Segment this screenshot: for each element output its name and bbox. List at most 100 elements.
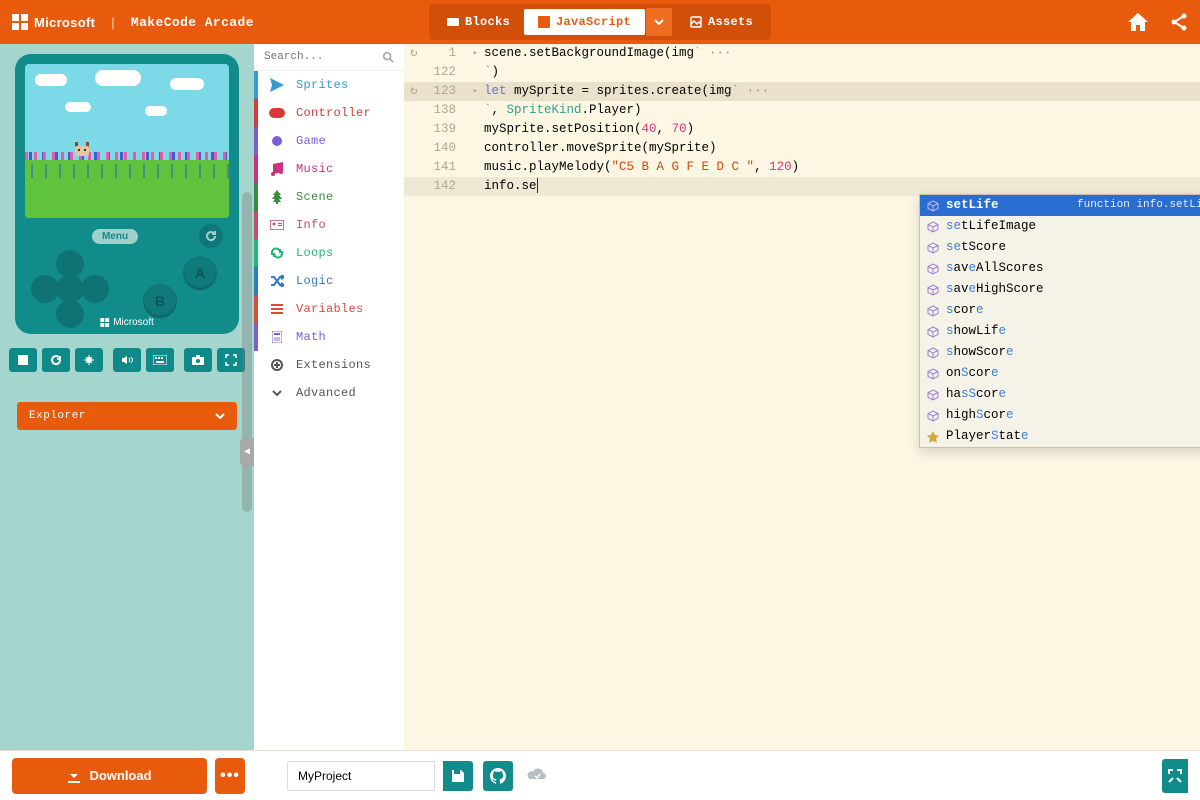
autocomplete-item[interactable]: setScore	[920, 237, 1200, 258]
button-b[interactable]: B	[143, 284, 177, 318]
brand[interactable]: Microsoft | MakeCode Arcade	[12, 14, 254, 30]
autocomplete-item[interactable]: setLifefunction info.setLife(va…	[920, 195, 1200, 216]
save-icon	[451, 769, 465, 783]
code-content[interactable]: `)	[466, 63, 499, 82]
app-header: Microsoft | MakeCode Arcade Blocks JavaS…	[0, 0, 1200, 44]
share-icon[interactable]	[1170, 13, 1188, 31]
code-line[interactable]: 138`, SpriteKind.Player)	[404, 101, 1200, 120]
method-icon	[926, 262, 940, 276]
enum-icon	[926, 430, 940, 444]
category-info[interactable]: Info	[254, 211, 404, 239]
toolbox-search[interactable]	[254, 44, 404, 71]
chevron-down-icon	[654, 19, 664, 25]
sim-fullscreen-button[interactable]	[217, 348, 245, 372]
code-content[interactable]: info.se	[466, 177, 538, 196]
method-icon	[926, 325, 940, 339]
sim-mute-button[interactable]	[113, 348, 141, 372]
category-variables[interactable]: Variables	[254, 295, 404, 323]
code-content[interactable]: music.playMelody("C5 B A G F E D C ", 12…	[466, 158, 799, 177]
code-line[interactable]: 140controller.moveSprite(mySprite)	[404, 139, 1200, 158]
code-content[interactable]: let mySprite = sprites.create(img` ···	[466, 82, 769, 101]
sim-stop-button[interactable]	[9, 348, 37, 372]
line-number: 138	[404, 101, 466, 120]
toolbox-sidebar: ◀ SpritesControllerGameMusicSceneInfoLoo…	[254, 44, 404, 750]
button-a[interactable]: A	[183, 256, 217, 290]
home-icon[interactable]	[1128, 13, 1148, 31]
autocomplete-item[interactable]: PlayerState	[920, 426, 1200, 447]
fold-icon[interactable]: ▸	[473, 44, 478, 63]
player-sprite	[75, 142, 89, 158]
mode-language-dropdown[interactable]	[646, 8, 672, 36]
category-math[interactable]: Math	[254, 323, 404, 351]
fold-icon[interactable]: ▸	[473, 82, 478, 101]
blocks-icon	[447, 16, 459, 28]
dpad[interactable]	[33, 252, 107, 326]
ab-buttons: A B	[131, 252, 221, 322]
sim-menu-button[interactable]: Menu	[92, 229, 138, 244]
autocomplete-item[interactable]: showScore	[920, 342, 1200, 363]
id-card-icon	[268, 220, 286, 230]
code-line[interactable]: ↻▸123let mySprite = sprites.create(img` …	[404, 82, 1200, 101]
simulator-device: Menu A B Microsoft	[15, 54, 239, 334]
autocomplete-item[interactable]: onScore	[920, 363, 1200, 384]
category-controller[interactable]: Controller	[254, 99, 404, 127]
download-button[interactable]: Download	[12, 758, 207, 794]
code-content[interactable]: mySprite.setPosition(40, 70)	[466, 120, 694, 139]
search-input[interactable]	[264, 51, 376, 63]
autocomplete-item[interactable]: highScore	[920, 405, 1200, 426]
code-line[interactable]: ↻▸1scene.setBackgroundImage(img` ···	[404, 44, 1200, 63]
autocomplete-item[interactable]: saveHighScore	[920, 279, 1200, 300]
code-content[interactable]: `, SpriteKind.Player)	[466, 101, 642, 120]
mode-blocks-button[interactable]: Blocks	[433, 9, 524, 35]
autocomplete-item[interactable]: saveAllScores	[920, 258, 1200, 279]
github-button[interactable]	[483, 761, 513, 791]
category-scene[interactable]: Scene	[254, 183, 404, 211]
code-line[interactable]: 122`)	[404, 63, 1200, 82]
simulator-screen[interactable]	[25, 64, 229, 218]
code-line[interactable]: 141music.playMelody("C5 B A G F E D C ",…	[404, 158, 1200, 177]
autocomplete-item[interactable]: showLife	[920, 321, 1200, 342]
project-name-input[interactable]	[287, 761, 435, 791]
mode-assets-button[interactable]: Assets	[676, 9, 767, 35]
code-content[interactable]: scene.setBackgroundImage(img` ···	[466, 44, 732, 63]
category-advanced[interactable]: Advanced	[254, 379, 404, 407]
sim-controls: A B	[25, 248, 229, 318]
autocomplete-item[interactable]: score	[920, 300, 1200, 321]
code-line[interactable]: 139mySprite.setPosition(40, 70)	[404, 120, 1200, 139]
category-music[interactable]: Music	[254, 155, 404, 183]
autocomplete-item[interactable]: setLifeImage	[920, 216, 1200, 237]
main-area: Menu A B Microsoft	[0, 44, 1200, 750]
save-button[interactable]	[443, 761, 473, 791]
explorer-toggle[interactable]: Explorer	[17, 402, 237, 430]
expand-icon	[1168, 769, 1182, 783]
sim-keyboard-button[interactable]	[146, 348, 174, 372]
refresh-icon	[205, 230, 217, 242]
mode-javascript-button[interactable]: JavaScript	[524, 9, 645, 35]
method-icon	[926, 283, 940, 297]
category-sprites[interactable]: Sprites	[254, 71, 404, 99]
category-loops[interactable]: Loops	[254, 239, 404, 267]
sim-menu-row: Menu	[25, 224, 229, 248]
sim-screenshot-button[interactable]	[184, 348, 212, 372]
editor-fullscreen-button[interactable]	[1162, 759, 1188, 793]
sim-debug-button[interactable]	[75, 348, 103, 372]
code-content[interactable]: controller.moveSprite(mySprite)	[466, 139, 717, 158]
music-icon	[268, 162, 286, 176]
download-more-button[interactable]: •••	[215, 758, 245, 794]
category-extensions[interactable]: Extensions	[254, 351, 404, 379]
code-editor[interactable]: ↻▸1scene.setBackgroundImage(img` ···122`…	[404, 44, 1200, 750]
category-game[interactable]: Game	[254, 127, 404, 155]
autocomplete-popup[interactable]: setLifefunction info.setLife(va…setLifeI…	[919, 194, 1200, 448]
sim-reload-button[interactable]	[42, 348, 70, 372]
microsoft-logo-icon	[12, 14, 28, 30]
line-number: ↻▸123	[404, 82, 466, 101]
sim-restart-button[interactable]	[199, 224, 223, 248]
sidebar-collapse-handle[interactable]: ◀	[240, 438, 254, 466]
recycle-icon: ↻	[410, 82, 418, 101]
line-number: 139	[404, 120, 466, 139]
tree-icon	[268, 190, 286, 204]
category-logic[interactable]: Logic	[254, 267, 404, 295]
mode-blocks-label: Blocks	[465, 15, 510, 29]
autocomplete-detail: function info.setLife(va…	[1077, 196, 1200, 215]
autocomplete-item[interactable]: hasScore	[920, 384, 1200, 405]
